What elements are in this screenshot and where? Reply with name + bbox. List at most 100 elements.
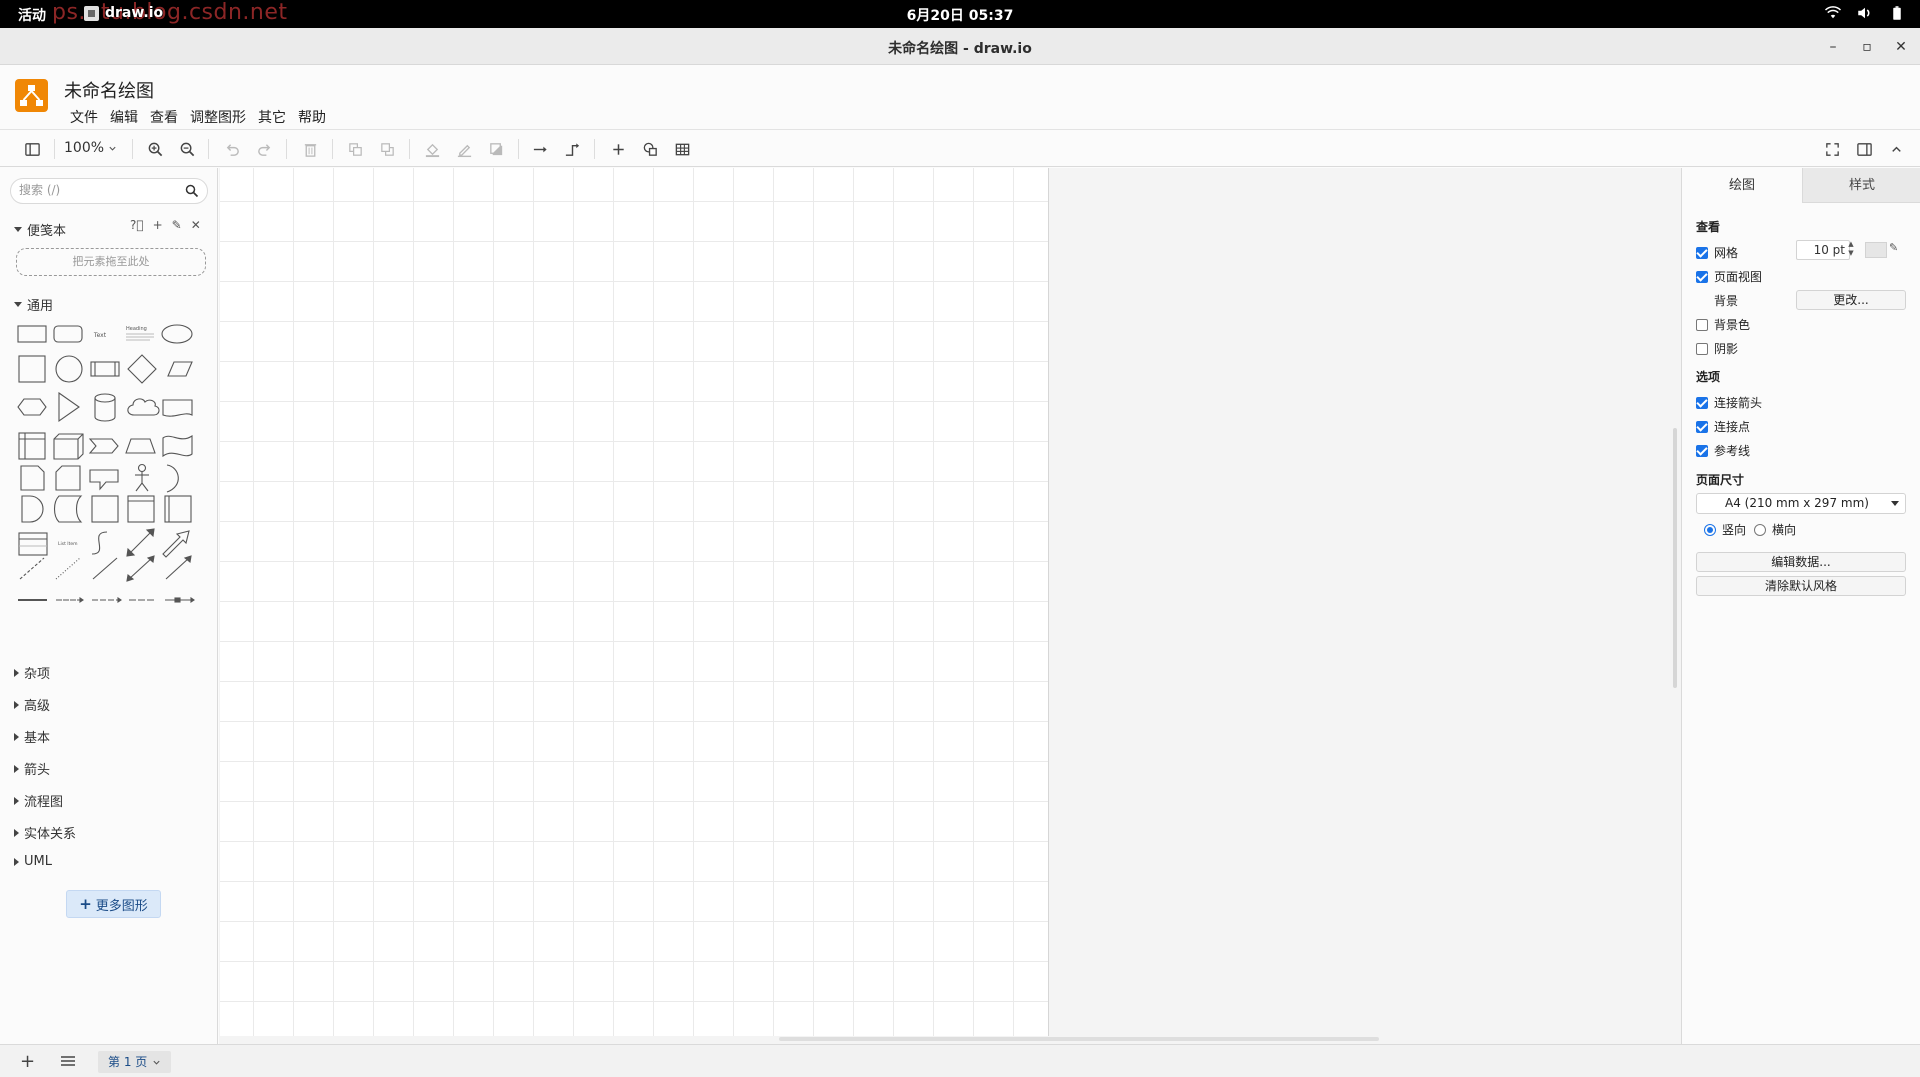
shape-circle[interactable] xyxy=(55,355,83,383)
page-view-option[interactable]: 页面视图 xyxy=(1696,268,1762,285)
shape-note[interactable] xyxy=(20,465,45,491)
system-tray[interactable] xyxy=(1824,4,1906,22)
zoom-in-button[interactable] xyxy=(143,138,167,160)
general-shapes-palette[interactable]: Text Heading List Item xyxy=(14,318,210,610)
search-icon[interactable] xyxy=(185,184,199,198)
page-size-select[interactable]: A4 (210 mm x 297 mm) xyxy=(1696,493,1906,514)
shape-diamond[interactable] xyxy=(127,354,157,384)
sidebar-section-misc[interactable]: 杂项 xyxy=(14,663,50,682)
to-front-button[interactable] xyxy=(343,138,367,160)
table-button[interactable] xyxy=(670,138,694,160)
shape-rectangle[interactable] xyxy=(17,325,47,343)
shape-callout[interactable] xyxy=(89,469,119,491)
connection-points-option[interactable]: 连接点 xyxy=(1696,418,1750,435)
shadow-option[interactable]: 阴影 xyxy=(1696,340,1738,357)
shape-tape[interactable] xyxy=(162,434,193,458)
shape-connector-symbol[interactable] xyxy=(165,596,195,604)
shape-step[interactable] xyxy=(88,438,119,454)
shape-connector-label[interactable] xyxy=(92,596,122,604)
edit-icon[interactable]: ✎ xyxy=(172,218,182,232)
clock[interactable]: 6月20日 05:37 xyxy=(0,5,1920,25)
guides-option[interactable]: 参考线 xyxy=(1696,442,1750,459)
pages-menu-icon[interactable] xyxy=(60,1054,76,1068)
shape-hexagon[interactable] xyxy=(17,398,47,416)
chevron-down-icon[interactable] xyxy=(152,1058,161,1067)
clear-default-style-button[interactable]: 清除默认风格 xyxy=(1696,576,1906,596)
minimize-button[interactable]: – xyxy=(1822,36,1844,58)
shape-cloud[interactable] xyxy=(127,398,160,416)
portrait-radio[interactable] xyxy=(1704,523,1716,536)
shape-curve[interactable] xyxy=(91,531,108,555)
help-icon[interactable]: ?⃝ xyxy=(130,218,144,232)
menu-file[interactable]: 文件 xyxy=(64,105,104,129)
zoom-dropdown[interactable]: 100% xyxy=(64,140,117,156)
edit-data-button[interactable]: 编辑数据... xyxy=(1696,552,1906,572)
shape-card[interactable] xyxy=(55,465,81,491)
maximize-button[interactable]: ▫ xyxy=(1856,36,1878,58)
background-color-option[interactable]: 背景色 xyxy=(1696,316,1750,333)
stepper-down-icon[interactable]: ▼ xyxy=(1846,249,1856,258)
connection-arrows-option[interactable]: 连接箭头 xyxy=(1696,394,1762,411)
connection-style-button[interactable] xyxy=(528,138,552,160)
diagram-canvas[interactable] xyxy=(219,168,1681,1044)
scratchpad-dropzone[interactable]: 把元素拖至此处 xyxy=(16,248,206,276)
shapes-button[interactable] xyxy=(638,138,662,160)
shape-list[interactable] xyxy=(18,532,48,556)
shape-link-labeled[interactable] xyxy=(56,596,84,604)
landscape-radio[interactable] xyxy=(1754,523,1766,536)
grid-option[interactable]: 网格 xyxy=(1696,244,1738,261)
line-color-button[interactable] xyxy=(452,138,476,160)
add-icon[interactable]: + xyxy=(153,218,163,232)
shadow-checkbox[interactable] xyxy=(1696,342,1708,355)
shape-cube[interactable] xyxy=(53,433,84,460)
sidebar-section-entity-relation[interactable]: 实体关系 xyxy=(14,823,76,842)
shape-cylinder[interactable] xyxy=(94,393,116,422)
menu-edit[interactable]: 编辑 xyxy=(104,105,144,129)
sidebar-section-flowchart[interactable]: 流程图 xyxy=(14,791,63,810)
toggle-sidebar-button[interactable] xyxy=(20,138,44,160)
shape-parallelogram[interactable] xyxy=(167,361,193,377)
redo-button[interactable] xyxy=(252,138,276,160)
shape-list-item[interactable]: List Item xyxy=(58,541,78,547)
shape-directional-connector[interactable] xyxy=(165,555,192,580)
shape-data-storage[interactable] xyxy=(53,495,83,523)
shape-actor[interactable] xyxy=(135,463,149,492)
shape-swimlane[interactable] xyxy=(127,495,155,523)
shape-square[interactable] xyxy=(18,355,46,383)
search-input[interactable] xyxy=(19,183,179,197)
menu-arrange[interactable]: 调整图形 xyxy=(184,105,252,129)
shape-arrow[interactable] xyxy=(162,530,190,558)
shape-container[interactable] xyxy=(91,495,119,523)
grid-checkbox[interactable] xyxy=(1696,246,1708,259)
shadow-button[interactable] xyxy=(484,138,508,160)
shape-line[interactable] xyxy=(92,557,118,580)
insert-button[interactable] xyxy=(606,138,630,160)
grid-size-input[interactable]: 10 pt xyxy=(1796,240,1850,260)
format-panel-toggle-button[interactable] xyxy=(1852,138,1876,160)
shape-or[interactable] xyxy=(166,464,179,493)
scratchpad-header[interactable]: 便笺本 xyxy=(14,220,66,239)
sidebar-section-uml[interactable]: UML xyxy=(14,854,52,869)
shape-rounded-rectangle[interactable] xyxy=(53,325,83,343)
close-icon[interactable]: ✕ xyxy=(191,218,201,232)
sidebar-section-advanced[interactable]: 高级 xyxy=(14,695,50,714)
shape-ellipse[interactable] xyxy=(161,324,193,344)
horizontal-scrollbar[interactable] xyxy=(779,1037,1379,1041)
grid-color-swatch[interactable] xyxy=(1865,242,1887,258)
background-color-checkbox[interactable] xyxy=(1696,318,1708,331)
shape-bidirectional-connector[interactable] xyxy=(126,555,155,582)
general-section-header[interactable]: 通用 xyxy=(14,295,53,314)
menu-extras[interactable]: 其它 xyxy=(252,105,292,129)
shape-bidirectional-arrow[interactable] xyxy=(126,528,155,557)
tab-diagram[interactable]: 绘图 xyxy=(1682,168,1802,203)
change-background-button[interactable]: 更改... xyxy=(1796,290,1906,310)
shape-triangle[interactable] xyxy=(58,391,80,423)
menu-help[interactable]: 帮助 xyxy=(292,105,332,129)
sidebar-section-arrows[interactable]: 箭头 xyxy=(14,759,50,778)
menu-view[interactable]: 查看 xyxy=(144,105,184,129)
shape-dotted-line[interactable] xyxy=(55,557,81,580)
fill-color-button[interactable] xyxy=(420,138,444,160)
shape-text[interactable]: Text xyxy=(93,332,107,339)
fullscreen-button[interactable] xyxy=(1820,138,1844,160)
shape-document[interactable] xyxy=(162,399,193,417)
